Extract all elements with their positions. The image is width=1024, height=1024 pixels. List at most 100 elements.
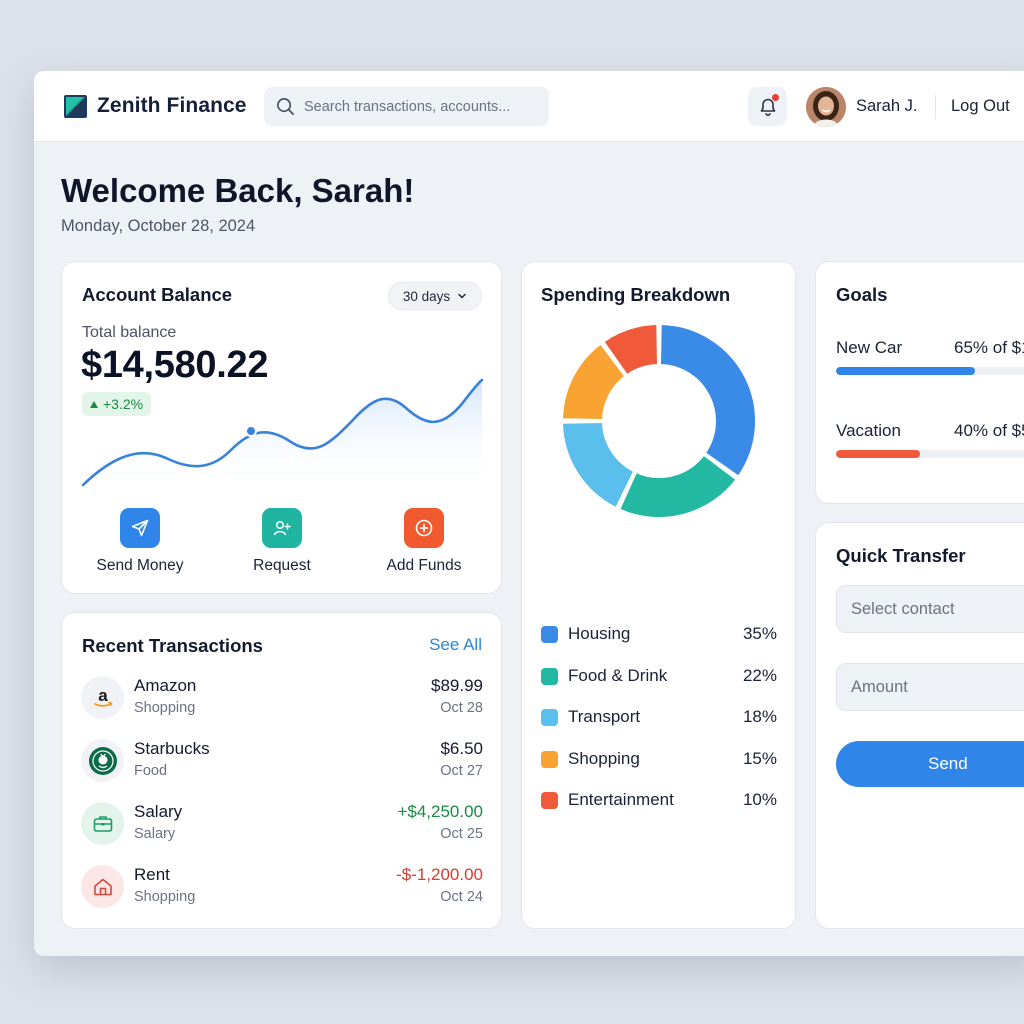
briefcase-icon	[81, 802, 124, 845]
spending-breakdown-title: Spending Breakdown	[541, 284, 731, 305]
transaction-date: Oct 27	[440, 763, 483, 779]
starbucks-icon	[81, 739, 124, 782]
recent-transactions-card: Recent Transactions See All a Amazon Sho…	[61, 612, 502, 929]
notifications-button[interactable]	[748, 87, 787, 126]
donut-slice-housing[interactable]	[658, 322, 757, 478]
search-bar[interactable]	[264, 87, 549, 126]
donut-slice-food-drink[interactable]	[617, 453, 738, 519]
chevron-down-icon	[458, 293, 466, 299]
top-bar: Zenith Finance Sarah J.	[34, 71, 1024, 142]
legend-item-food-drink[interactable]: Food & Drink 22%	[541, 665, 777, 689]
current-date: Monday, October 28, 2024	[61, 217, 256, 235]
legend-swatch	[541, 751, 558, 768]
request-label: Request	[253, 557, 311, 574]
avatar-image	[806, 87, 846, 127]
transaction-name: Rent	[134, 865, 170, 884]
see-all-link[interactable]: See All	[429, 635, 482, 655]
spending-breakdown-card: Spending Breakdown Housing 35% Food & Dr…	[521, 261, 796, 929]
account-balance-title: Account Balance	[82, 284, 233, 305]
account-balance-card: Account Balance 30 days Total balance $1…	[61, 261, 502, 594]
recent-transactions-title: Recent Transactions	[82, 635, 263, 656]
transaction-category: Food	[134, 763, 168, 779]
transaction-date: Oct 24	[440, 889, 483, 905]
transaction-name: Salary	[134, 802, 183, 821]
range-label: 30 days	[402, 288, 451, 304]
zenith-logo-icon[interactable]	[64, 95, 87, 118]
goal-progress-fill	[836, 450, 920, 458]
amazon-icon: a	[81, 676, 124, 719]
legend-item-shopping[interactable]: Shopping 15%	[541, 748, 777, 772]
legend-label: Food & Drink	[568, 666, 668, 685]
goal-progress-track	[836, 450, 1024, 458]
transaction-name: Amazon	[134, 676, 197, 695]
donut-slice-transport[interactable]	[560, 420, 636, 510]
legend-label: Housing	[568, 624, 631, 643]
legend-percent: 18%	[742, 707, 777, 726]
goal-progress-track	[836, 367, 1024, 375]
notification-dot	[772, 94, 779, 101]
legend-swatch	[541, 709, 558, 726]
search-input[interactable]	[304, 98, 534, 115]
legend-percent: 22%	[742, 666, 777, 685]
transaction-category: Shopping	[134, 889, 196, 905]
brand-name[interactable]: Zenith Finance	[97, 94, 247, 118]
transaction-row[interactable]: Salary Salary +$4,250.00 Oct 25	[81, 800, 483, 848]
balance-trend-chart	[81, 378, 484, 490]
legend-label: Shopping	[568, 749, 640, 768]
add-funds-button[interactable]: Add Funds	[364, 508, 484, 575]
triangle-up-icon	[90, 400, 98, 408]
range-dropdown[interactable]: 30 days	[388, 282, 482, 310]
balance-change-badge: +3.2%	[82, 392, 152, 416]
request-icon-tile	[262, 508, 302, 548]
legend-percent: 15%	[742, 749, 777, 768]
transaction-amount: -$-1,200.00	[396, 865, 483, 884]
add-funds-icon-tile	[404, 508, 444, 548]
legend-swatch	[541, 626, 558, 643]
transaction-date: Oct 28	[440, 700, 483, 716]
goal-progress-label: 40% of $5	[954, 421, 1024, 440]
legend-percent: 35%	[742, 624, 777, 643]
user-plus-icon	[273, 520, 291, 536]
user-name[interactable]: Sarah J.	[856, 97, 917, 116]
request-button[interactable]: Request	[222, 508, 342, 575]
app-window: Zenith Finance Sarah J.	[34, 71, 1024, 956]
quick-transfer-card: Quick Transfer Send	[815, 522, 1024, 929]
legend-item-housing[interactable]: Housing 35%	[541, 623, 777, 647]
transaction-category: Shopping	[134, 700, 196, 716]
svg-text:a: a	[98, 686, 108, 705]
legend-item-transport[interactable]: Transport 18%	[541, 706, 777, 730]
transaction-date: Oct 25	[440, 826, 483, 842]
add-funds-label: Add Funds	[386, 557, 462, 574]
send-button[interactable]: Send	[836, 741, 1024, 787]
user-avatar[interactable]	[806, 87, 846, 127]
transaction-amount: +$4,250.00	[397, 802, 483, 821]
quick-transfer-title: Quick Transfer	[836, 545, 966, 566]
page-title: Welcome Back, Sarah!	[61, 172, 415, 209]
total-balance-label: Total balance	[82, 324, 177, 341]
goals-title: Goals	[836, 284, 888, 305]
transaction-row[interactable]: Rent Shopping -$-1,200.00 Oct 24	[81, 863, 483, 911]
transaction-amount: $89.99	[431, 676, 483, 695]
balance-trend-marker[interactable]	[245, 425, 257, 437]
goals-card: Goals New Car 65% of $1 Vacation 40% of …	[815, 261, 1024, 504]
goal-name: New Car	[836, 338, 903, 357]
spending-donut-chart	[560, 322, 757, 519]
logout-button[interactable]: Log Out	[951, 97, 1010, 116]
legend-label: Transport	[568, 707, 641, 726]
legend-percent: 10%	[742, 790, 777, 809]
plus-circle-icon	[415, 519, 433, 537]
transaction-row[interactable]: Starbucks Food $6.50 Oct 27	[81, 737, 483, 785]
legend-swatch	[541, 668, 558, 685]
transaction-name: Starbucks	[134, 739, 210, 758]
search-icon	[277, 98, 294, 115]
header-divider	[935, 95, 936, 119]
select-contact-field[interactable]	[836, 585, 1024, 633]
transaction-row[interactable]: a Amazon Shopping $89.99 Oct 28	[81, 674, 483, 722]
home-icon	[81, 865, 124, 908]
goal-progress-fill	[836, 367, 976, 375]
send-icon	[131, 519, 149, 537]
legend-item-entertainment[interactable]: Entertainment 10%	[541, 789, 777, 813]
send-money-button[interactable]: Send Money	[80, 508, 200, 575]
amount-field[interactable]	[836, 663, 1024, 711]
goal-progress-label: 65% of $1	[954, 338, 1024, 357]
